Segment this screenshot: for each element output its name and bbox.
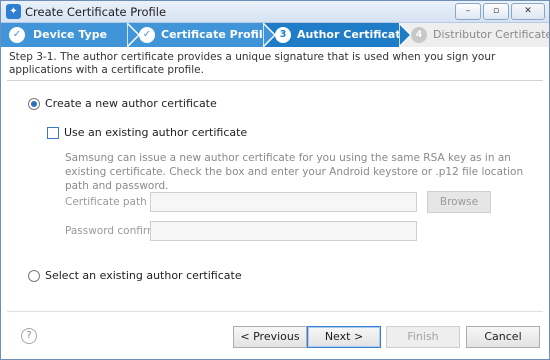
step-certificate-profile: ✓ Certificate Profile [139,23,271,47]
password-confirm-input[interactable] [150,221,417,241]
title-bar: ✦ Create Certificate Profile – ▫ ✕ [1,1,549,23]
step-distributor-certificate: 4 Distributor Certificate [411,23,549,47]
check-icon: ✓ [9,27,25,43]
step-number-badge: 4 [411,27,427,43]
previous-button[interactable]: < Previous [233,326,307,348]
wizard-step-bar: ✓ Device Type ✓ Certificate Profile 3 Au… [1,23,549,47]
select-existing-radio[interactable] [28,270,40,282]
cancel-button[interactable]: Cancel [466,326,540,348]
select-existing-label[interactable]: Select an existing author certificate [45,269,242,282]
step-label: Distributor Certificate [433,28,549,41]
create-new-radio[interactable] [28,98,40,110]
password-confirm-label: Password confirm [65,225,158,237]
window-controls: – ▫ ✕ [455,3,545,20]
step-label: Device Type [33,28,108,41]
step-label: Author Certificate [297,28,409,41]
footer-divider [7,311,543,312]
step-number-badge: 3 [275,27,291,43]
step-device-type: ✓ Device Type [1,23,129,47]
close-button[interactable]: ✕ [511,3,545,20]
app-icon: ✦ [6,4,21,19]
step-description: Step 3-1. The author certificate provide… [7,48,543,81]
check-icon: ✓ [139,27,155,43]
step-label: Certificate Profile [161,28,271,41]
create-certificate-profile-window: ✦ Create Certificate Profile – ▫ ✕ ✓ Dev… [0,0,550,360]
finish-button[interactable]: Finish [386,326,460,348]
window-title: Create Certificate Profile [25,5,167,19]
use-existing-label[interactable]: Use an existing author certificate [64,126,247,139]
certificate-path-label: Certificate path [65,196,147,208]
next-button[interactable]: Next > [307,326,381,348]
minimize-button[interactable]: – [455,3,481,20]
create-new-label[interactable]: Create a new author certificate [45,97,217,110]
certificate-path-input[interactable] [150,192,417,212]
step-author-certificate: 3 Author Certificate [275,23,408,47]
info-text: Samsung can issue a new author certifica… [65,152,524,192]
browse-button[interactable]: Browse [427,191,491,213]
use-existing-checkbox[interactable] [47,127,59,139]
help-icon[interactable]: ? [21,328,37,344]
maximize-button[interactable]: ▫ [483,3,509,20]
